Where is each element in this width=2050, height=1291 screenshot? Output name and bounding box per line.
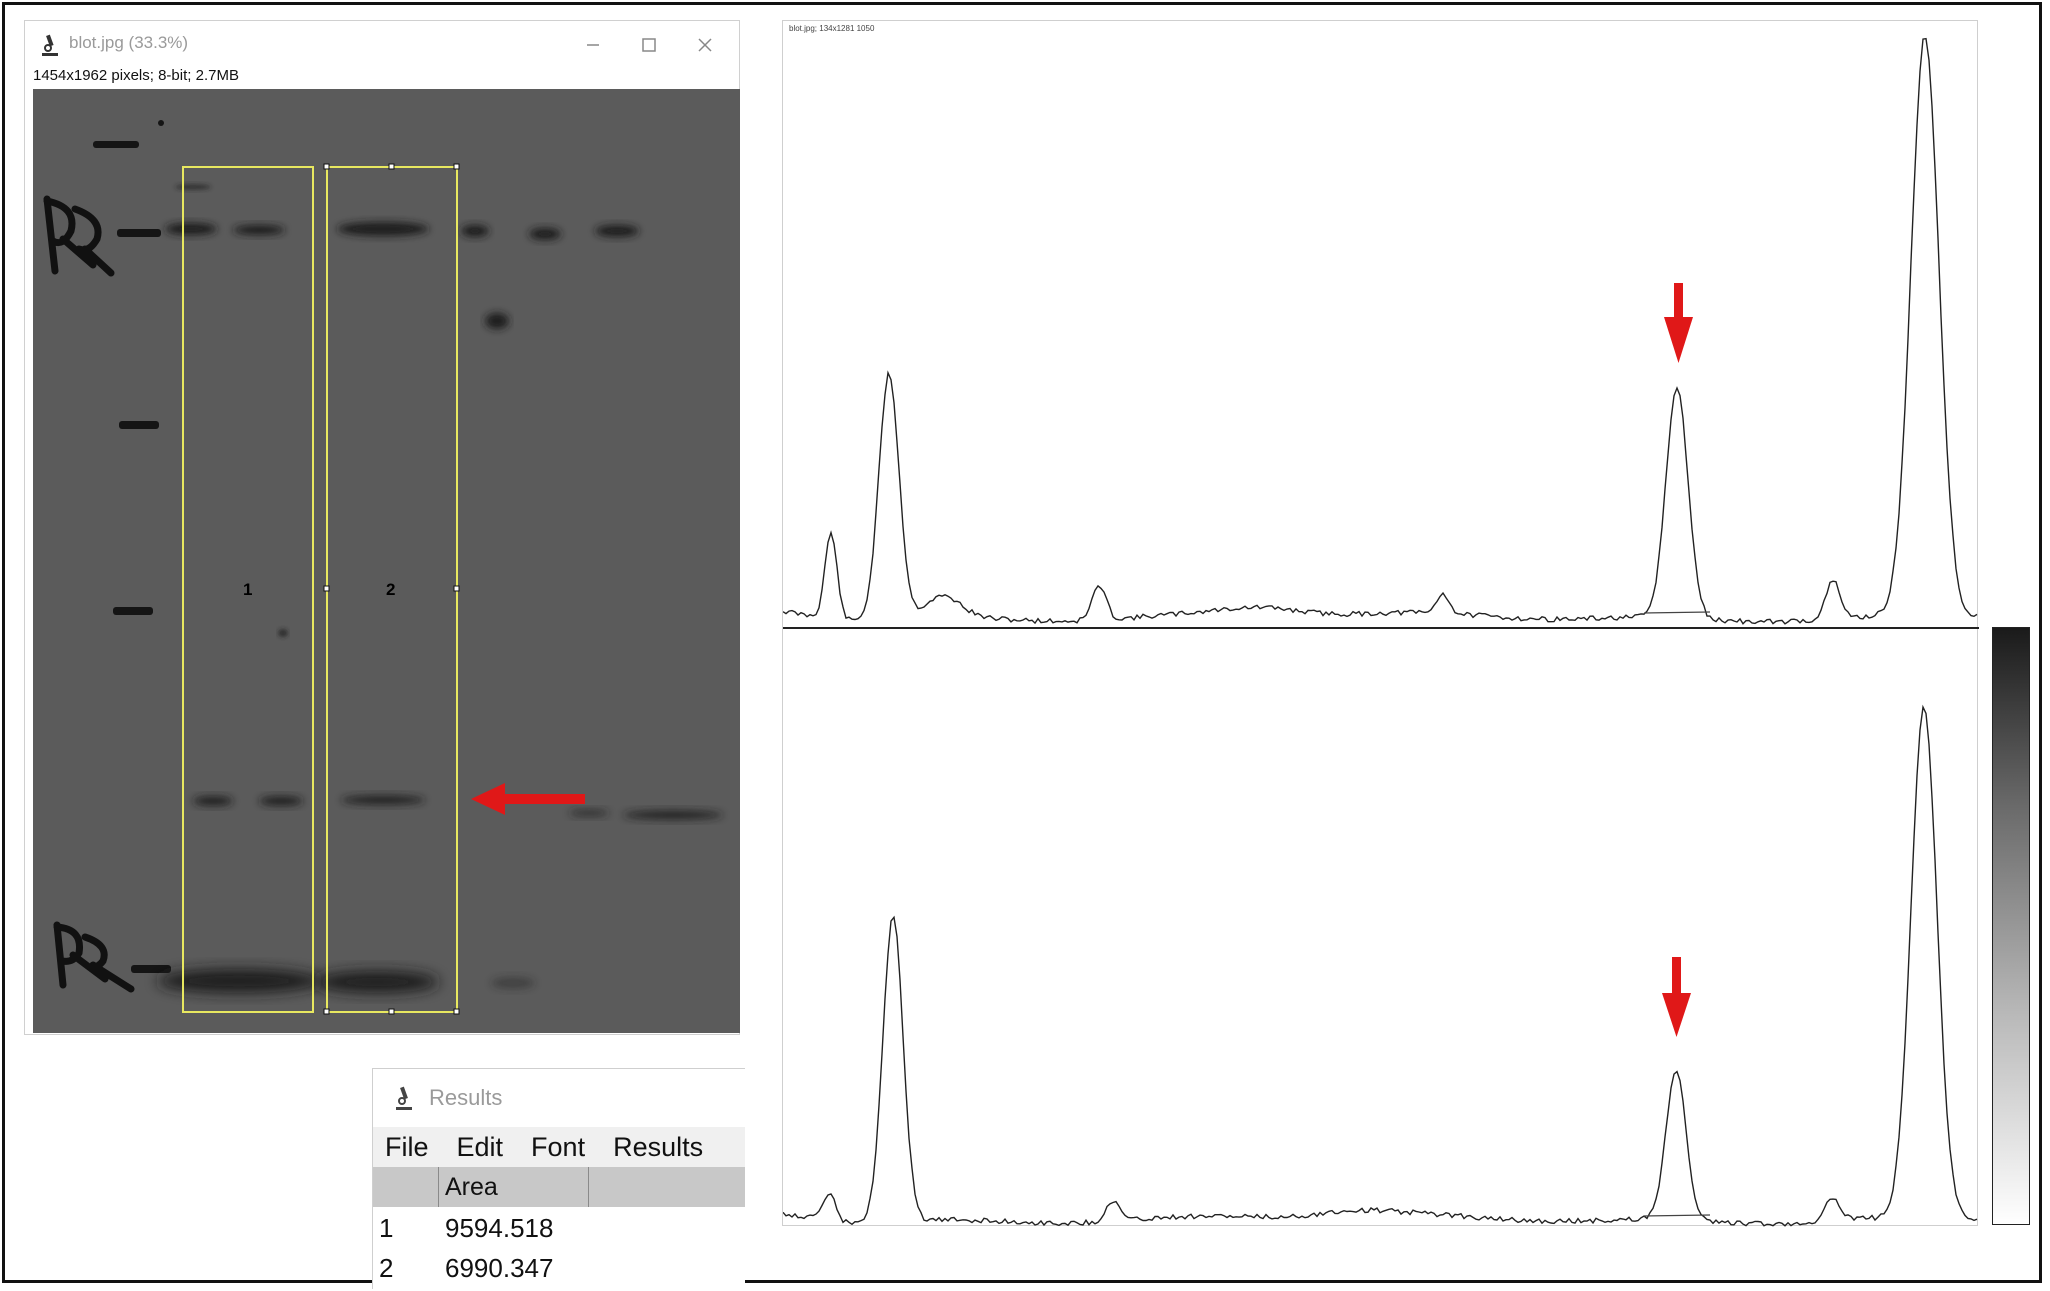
column-header-empty [589, 1167, 745, 1207]
results-titlebar[interactable]: Results [373, 1069, 745, 1125]
lane-2-profile-curve[interactable] [783, 704, 1978, 1227]
results-menubar: File Edit Font Results [373, 1127, 745, 1167]
lane-1-peak-baseline[interactable] [1643, 611, 1711, 614]
microscope-icon [39, 33, 61, 57]
minimize-icon [587, 44, 599, 46]
image-window-titlebar[interactable]: blot.jpg (33.3%) [25, 21, 739, 69]
row-index: 1 [379, 1213, 394, 1243]
menu-results[interactable]: Results [599, 1132, 717, 1163]
roi-label-1: 1 [243, 580, 252, 599]
row-area-value: 9594.518 [445, 1213, 554, 1243]
image-window-title: blot.jpg (33.3%) [69, 33, 189, 52]
plot-caption: blot.jpg; 134x1281 1050 [789, 24, 875, 33]
row-area-value: 6990.347 [445, 1253, 554, 1283]
lane-1-profile-curve[interactable] [783, 37, 1978, 625]
maximize-icon [642, 38, 656, 52]
row-index: 2 [379, 1253, 394, 1283]
blot-image-canvas[interactable]: 1 2 [33, 89, 740, 1033]
column-header-index[interactable] [373, 1167, 439, 1207]
results-window[interactable]: Results File Edit Font Results Area 1 95… [372, 1068, 745, 1289]
red-arrow-down-icon [1662, 957, 1691, 1037]
roi-label-2: 2 [386, 580, 395, 599]
maximize-button[interactable] [629, 29, 669, 61]
minimize-button[interactable] [573, 29, 613, 61]
results-title: Results [429, 1085, 503, 1110]
image-window[interactable]: blot.jpg (33.3%) 1454x1962 pixels; 8-bit… [24, 20, 740, 1035]
grayscale-lut-bar [1992, 627, 2030, 1225]
close-button[interactable] [685, 29, 725, 61]
menu-edit[interactable]: Edit [443, 1132, 518, 1163]
results-table-header: Area [373, 1167, 745, 1207]
menu-font[interactable]: Font [517, 1132, 599, 1163]
lane-2-peak-baseline[interactable] [1643, 1214, 1711, 1217]
table-row[interactable]: 1 9594.518 [373, 1207, 745, 1247]
menu-file[interactable]: File [373, 1132, 443, 1163]
column-header-area[interactable]: Area [439, 1167, 589, 1207]
red-arrow-down-icon [1664, 283, 1693, 363]
lane-profile-plot-window[interactable]: blot.jpg; 134x1281 1050 [782, 20, 1979, 1227]
table-row[interactable]: 2 6990.347 [373, 1247, 745, 1287]
microscope-icon [393, 1085, 415, 1111]
image-info: 1454x1962 pixels; 8-bit; 2.7MB [33, 67, 239, 84]
close-icon [698, 38, 712, 52]
